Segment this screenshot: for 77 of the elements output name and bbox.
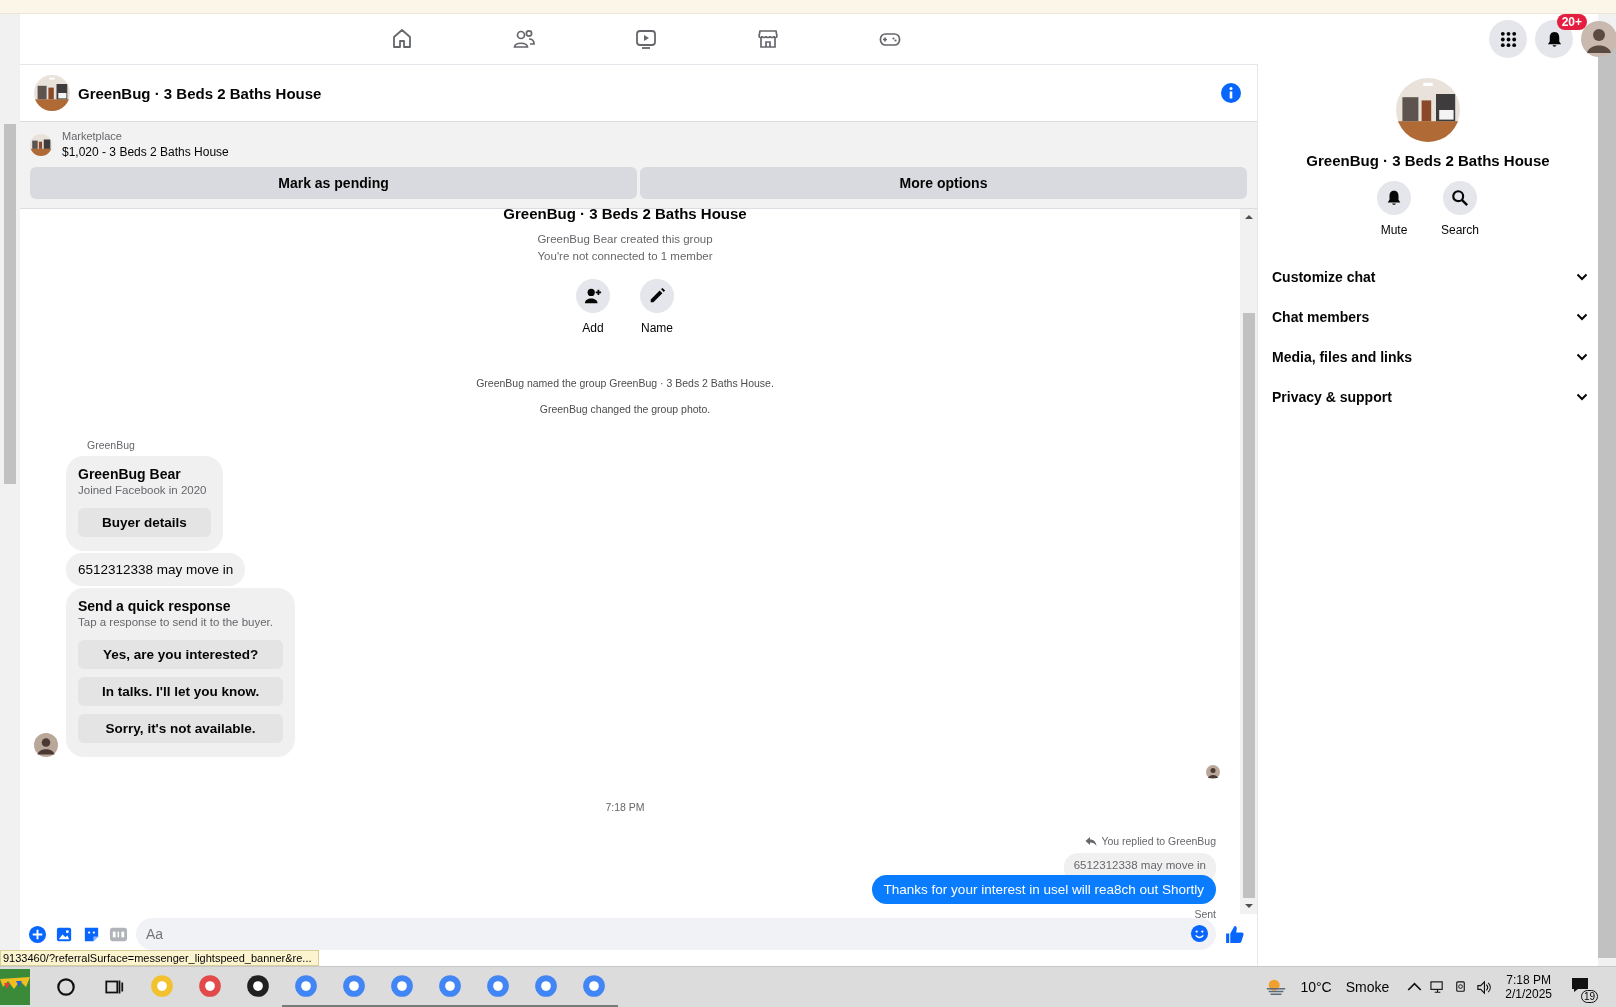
section-header[interactable]: Media, files and links	[1258, 337, 1598, 377]
sent-message-bubble: Thanks for your interest in usel will rea8ch out Shortly	[871, 875, 1216, 904]
card-title: GreenBug Bear	[78, 466, 182, 482]
menu-button[interactable]	[1489, 20, 1527, 58]
weather-condition: Smoke	[1345, 979, 1390, 995]
app-icon[interactable]	[245, 973, 271, 999]
scroll-up-icon[interactable]	[1243, 212, 1254, 222]
quick-reply-button[interactable]: In talks. I'll let you know.	[78, 677, 284, 706]
add-person-button[interactable]	[576, 279, 610, 313]
clock-date: 2/1/2025	[1505, 987, 1552, 1001]
friends-icon[interactable]	[512, 27, 536, 51]
thumbs-up-icon[interactable]	[1224, 923, 1245, 945]
section-header[interactable]: Customize chat	[1258, 257, 1598, 297]
group-name: GreenBug · 3 Beds 2 Baths House	[1306, 152, 1550, 169]
group-info-text: You're not connected to 1 member	[537, 250, 713, 262]
search-button[interactable]	[1443, 181, 1477, 215]
add-person-icon	[584, 287, 602, 305]
rename-button[interactable]	[640, 279, 674, 313]
section-header[interactable]: Chat members	[1258, 297, 1598, 337]
grid-icon	[1498, 29, 1518, 49]
chevron-down-icon	[1576, 273, 1588, 281]
quick-reply-button[interactable]: Sorry, it's not available.	[78, 714, 284, 743]
chevron-down-icon	[1576, 353, 1588, 361]
add-icon[interactable]	[28, 924, 47, 944]
volume-icon[interactable]	[1476, 979, 1492, 995]
scrollbar-thumb[interactable]	[1598, 44, 1616, 958]
info-icon[interactable]	[1221, 83, 1241, 103]
mute-button[interactable]	[1377, 181, 1411, 215]
reply-icon	[1085, 835, 1098, 847]
profile-avatar[interactable]	[1581, 21, 1616, 57]
start-icon[interactable]	[0, 969, 30, 1005]
message-bubble: 6512312338 may move in	[66, 553, 246, 586]
bell-icon	[1385, 189, 1403, 207]
marketplace-label: Marketplace	[62, 130, 123, 142]
action-label: Mute	[1380, 223, 1408, 237]
pencil-icon	[648, 287, 666, 305]
store-icon[interactable]	[756, 27, 780, 51]
group-title: GreenBug · 3 Beds 2 Baths House	[503, 205, 747, 222]
network-icon[interactable]	[1430, 979, 1446, 995]
chevron-down-icon	[1576, 393, 1588, 401]
system-message: GreenBug named the group GreenBug · 3 Beds 2 Baths House.	[476, 377, 774, 389]
scrollbar-thumb[interactable]	[1242, 313, 1255, 898]
message-status: Sent	[1194, 908, 1216, 920]
search-icon	[1451, 189, 1469, 207]
emoji-icon[interactable]	[1190, 924, 1209, 943]
message-input[interactable]: Aa	[136, 918, 1216, 950]
link-preview-url: 9133460/?referralSurface=messenger_lightspeed_banner&re...	[0, 950, 319, 966]
buyer-details-button[interactable]: Buyer details	[78, 508, 211, 537]
timestamp: 7:18 PM	[605, 801, 645, 813]
listing-action-button[interactable]: Mark as pending	[30, 167, 637, 199]
card-subtitle: Tap a response to send it to the buyer.	[78, 616, 274, 628]
home-icon[interactable]	[390, 27, 414, 51]
group-info-text: GreenBug Bear created this group	[537, 233, 713, 245]
action-label: Name	[641, 321, 673, 335]
sender-name: GreenBug	[87, 439, 136, 451]
sender-avatar	[34, 733, 58, 757]
reply-note: You replied to GreenBug	[1101, 835, 1216, 847]
search-icon[interactable]	[55, 976, 77, 998]
section-header[interactable]: Privacy & support	[1258, 377, 1598, 417]
chat-title: GreenBug · 3 Beds 2 Baths House	[78, 84, 323, 102]
action-label: Add	[582, 321, 604, 335]
quick-reply-button[interactable]: Yes, are you interested?	[78, 640, 284, 669]
scroll-down-icon[interactable]	[1243, 901, 1254, 911]
read-receipt-avatar	[1206, 765, 1220, 779]
video-icon[interactable]	[634, 27, 658, 51]
listing-title[interactable]: $1,020 - 3 Beds 2 Baths House	[62, 145, 229, 159]
card-title: Send a quick response	[78, 598, 232, 614]
notification-count: 19	[1580, 990, 1598, 1003]
chevron-down-icon	[1576, 313, 1588, 321]
action-label: Search	[1441, 223, 1479, 237]
temperature: 10°C	[1300, 979, 1332, 995]
listing-action-button[interactable]: More options	[640, 167, 1247, 199]
notification-badge: 20+	[1556, 14, 1587, 30]
scrollbar-thumb[interactable]	[4, 124, 16, 484]
card-subtitle: Joined Facebook in 2020	[78, 484, 208, 496]
system-message: GreenBug changed the group photo.	[539, 403, 711, 415]
clock-time: 7:18 PM	[1506, 973, 1551, 987]
